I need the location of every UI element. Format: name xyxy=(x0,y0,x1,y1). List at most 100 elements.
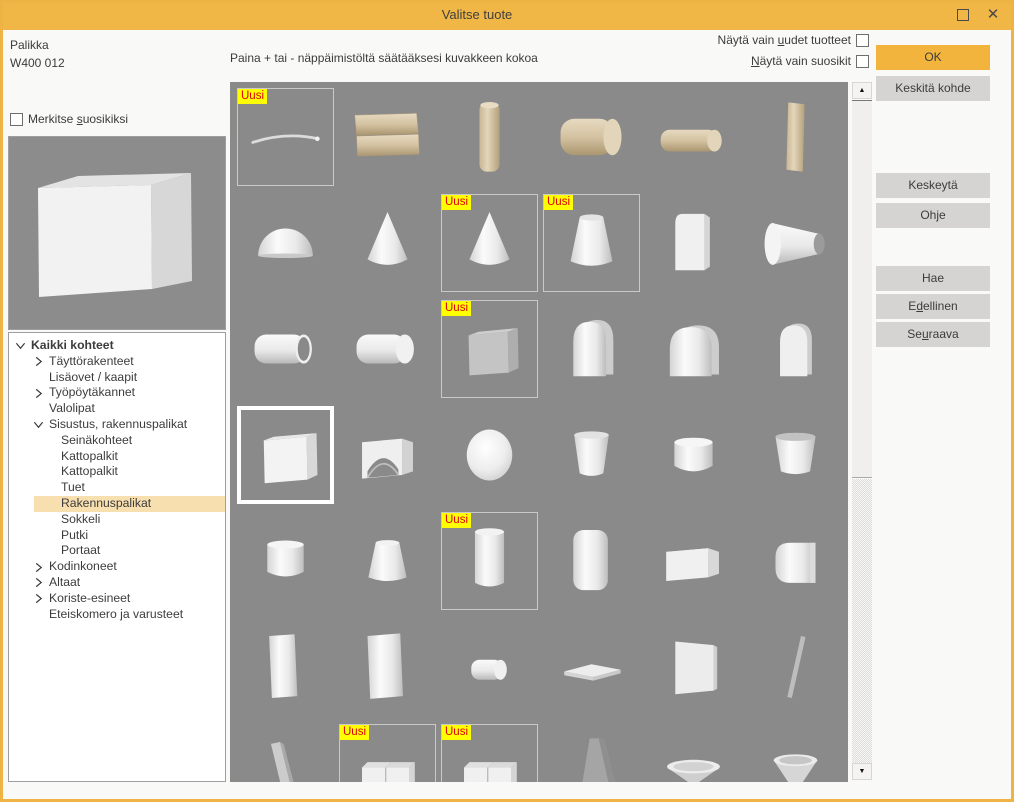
tree-item-tuet[interactable]: Tuet xyxy=(9,480,225,496)
box-round-icon xyxy=(750,515,841,607)
chevron-right-icon[interactable] xyxy=(33,356,49,368)
product-thumbnail-log-half[interactable] xyxy=(645,88,742,186)
product-grid: UusiUusiUusiUusiUusiUusiUusi xyxy=(230,82,848,782)
product-thumbnail-tube-open[interactable] xyxy=(237,300,334,398)
product-thumbnail-cube-gray[interactable]: Uusi xyxy=(441,300,538,398)
product-thumbnail-cube-white[interactable] xyxy=(237,406,334,504)
product-thumbnail-panel[interactable] xyxy=(645,618,742,716)
product-thumbnail-frustum[interactable] xyxy=(339,512,436,610)
product-thumbnail-rod-curve[interactable]: Uusi xyxy=(237,88,334,186)
tree-item-rakennuspalikat[interactable]: Rakennuspalikat xyxy=(34,496,225,512)
tree-item-label: Täyttörakenteet xyxy=(49,354,134,370)
product-thumbnail-frustum-wide[interactable]: Uusi xyxy=(543,194,640,292)
scroll-down-icon[interactable]: ▼ xyxy=(852,763,872,780)
product-thumbnail-cone-side[interactable] xyxy=(747,194,844,292)
filter-new-checkbox[interactable] xyxy=(856,34,869,47)
chevron-down-icon[interactable] xyxy=(33,419,49,431)
scroll-up-icon[interactable]: ▲ xyxy=(852,82,872,99)
product-thumbnail-bridge[interactable] xyxy=(339,406,436,504)
product-thumbnail-column[interactable] xyxy=(237,618,334,716)
product-thumbnail-arch-flat[interactable] xyxy=(747,300,844,398)
tree-item-label: Sokkeli xyxy=(61,512,100,528)
tree-item-koriste-esineet[interactable]: Koriste-esineet xyxy=(9,591,225,607)
product-thumbnail-box-round[interactable] xyxy=(747,512,844,610)
tree-item-t-ytt-rakenteet[interactable]: Täyttörakenteet xyxy=(9,354,225,370)
product-thumbnail-funnel[interactable] xyxy=(747,724,844,782)
titlebar: Valitse tuote ✕ xyxy=(0,0,1014,30)
product-thumbnail-blocks[interactable]: Uusi xyxy=(441,724,538,782)
chevron-down-icon[interactable] xyxy=(15,340,31,352)
tree-item-kattopalkit[interactable]: Kattopalkit xyxy=(9,464,225,480)
product-thumbnail-arch-wide[interactable] xyxy=(645,300,742,398)
maximize-icon[interactable] xyxy=(957,9,969,21)
keskit-kohde-button[interactable]: Keskitä kohde xyxy=(876,76,990,101)
filter-favorites-row: Näytä vain suosikit xyxy=(751,54,869,68)
cube-gray-icon xyxy=(444,303,535,395)
product-thumbnail-bucket-wide[interactable] xyxy=(747,406,844,504)
product-thumbnail-log-h[interactable] xyxy=(543,88,640,186)
product-thumbnail-dome[interactable] xyxy=(237,194,334,292)
product-thumbnail-capsule-h[interactable] xyxy=(441,618,538,716)
log-h-icon xyxy=(546,91,637,183)
product-thumbnail-board-v[interactable] xyxy=(747,88,844,186)
ohje-button[interactable]: Ohje xyxy=(876,203,990,228)
scrollbar-thumb[interactable] xyxy=(852,100,872,478)
scrollbar-track[interactable] xyxy=(852,479,872,763)
product-thumbnail-bucket[interactable] xyxy=(543,406,640,504)
product-thumbnail-cyl-short[interactable] xyxy=(645,406,742,504)
product-thumbnail-cyl-tall[interactable]: Uusi xyxy=(441,512,538,610)
product-thumbnail-plank-diag[interactable] xyxy=(237,724,334,782)
tree-item-portaat[interactable]: Portaat xyxy=(9,543,225,559)
chevron-right-icon[interactable] xyxy=(33,593,49,605)
arch-tall-icon xyxy=(546,303,637,395)
hae-button[interactable]: Hae xyxy=(876,266,990,291)
ok-button[interactable]: OK xyxy=(876,45,990,70)
product-thumbnail-funnel-flat[interactable] xyxy=(645,724,742,782)
tree-item-kaikki-kohteet[interactable]: Kaikki kohteet xyxy=(9,338,225,354)
tree-item-sisustus-rakennuspalikat[interactable]: Sisustus, rakennuspalikat xyxy=(9,417,225,433)
product-thumbnail-planks[interactable] xyxy=(339,88,436,186)
close-icon[interactable]: ✕ xyxy=(984,3,1002,27)
arch-flat-icon xyxy=(750,303,841,395)
filter-favorites-checkbox[interactable] xyxy=(856,55,869,68)
product-thumbnail-sphere[interactable] xyxy=(441,406,538,504)
favorite-checkbox[interactable] xyxy=(10,113,23,126)
seuraava-button[interactable]: Seuraava xyxy=(876,322,990,347)
cube-white-icon xyxy=(241,409,332,501)
keskeyt-button[interactable]: Keskeytä xyxy=(876,173,990,198)
new-product-badge: Uusi xyxy=(544,195,573,210)
tree-item-kodinkoneet[interactable]: Kodinkoneet xyxy=(9,559,225,575)
tree-item-sokkeli[interactable]: Sokkeli xyxy=(9,512,225,528)
select-product-dialog: Valitse tuote ✕ Palikka W400 012 Merkits… xyxy=(0,0,1014,802)
product-thumbnail-wedge[interactable] xyxy=(543,724,640,782)
product-thumbnail-column-wide[interactable] xyxy=(339,618,436,716)
product-thumbnail-cone[interactable] xyxy=(339,194,436,292)
product-thumbnail-column-round[interactable] xyxy=(543,512,640,610)
product-thumbnail-slab-flat[interactable] xyxy=(543,618,640,716)
product-thumbnail-cyl-med[interactable] xyxy=(237,512,334,610)
tree-item-putki[interactable]: Putki xyxy=(9,528,225,544)
tree-item-sein-kohteet[interactable]: Seinäkohteet xyxy=(9,433,225,449)
new-product-badge: Uusi xyxy=(442,513,471,528)
tree-item-eteiskomero-ja-varusteet[interactable]: Eteiskomero ja varusteet xyxy=(9,607,225,623)
tree-item-lis-ovet-kaapit[interactable]: Lisäovet / kaapit xyxy=(9,370,225,386)
board-v-icon xyxy=(750,91,841,183)
tree-item-kattopalkit[interactable]: Kattopalkit xyxy=(9,449,225,465)
product-thumbnail-blocks[interactable]: Uusi xyxy=(339,724,436,782)
arch-wide-icon xyxy=(648,303,739,395)
preview-cube-image xyxy=(9,137,225,329)
product-thumbnail-cone[interactable]: Uusi xyxy=(441,194,538,292)
product-thumbnail-slab-rounded[interactable] xyxy=(645,194,742,292)
edellinen-button[interactable]: Edellinen xyxy=(876,294,990,319)
chevron-right-icon[interactable] xyxy=(33,561,49,573)
tree-item-valolipat[interactable]: Valolipat xyxy=(9,401,225,417)
tree-item-altaat[interactable]: Altaat xyxy=(9,575,225,591)
product-thumbnail-arch-tall[interactable] xyxy=(543,300,640,398)
chevron-right-icon[interactable] xyxy=(33,387,49,399)
tree-item-ty-p-yt-kannet[interactable]: Työpöytäkannet xyxy=(9,385,225,401)
chevron-right-icon[interactable] xyxy=(33,577,49,589)
product-thumbnail-rod-diag[interactable] xyxy=(747,618,844,716)
product-thumbnail-cyl-h[interactable] xyxy=(339,300,436,398)
product-thumbnail-box-wide[interactable] xyxy=(645,512,742,610)
product-thumbnail-log-v[interactable] xyxy=(441,88,538,186)
